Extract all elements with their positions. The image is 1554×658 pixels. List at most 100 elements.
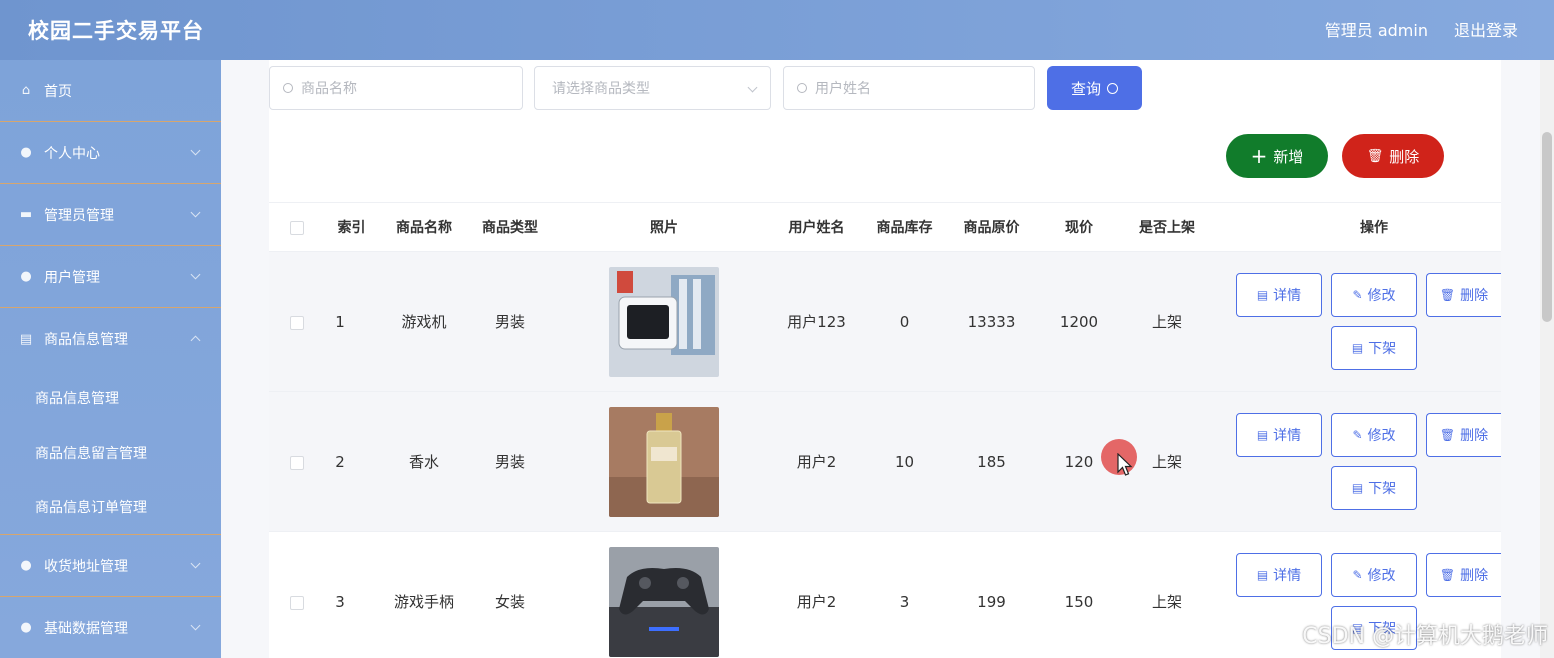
goods-photo-console[interactable] <box>609 267 719 377</box>
sidebar-item-base-data[interactable]: ● 基础数据管理 <box>0 597 221 658</box>
edit-label: 修改 <box>1367 288 1396 304</box>
sidebar-item-home[interactable]: ⌂ 首页 <box>0 60 221 122</box>
top-bar: 校园二手交易平台 管理员 admin 退出登录 <box>0 0 1554 60</box>
cell-price: 1200 <box>1059 313 1099 331</box>
chevron-down-icon <box>190 620 201 631</box>
batch-delete-button[interactable]: 🗑 删除 <box>1342 134 1444 178</box>
detail-button[interactable]: ▤ 详情 <box>1236 553 1322 597</box>
user-name-search-input[interactable]: 用户姓名 <box>783 66 1035 110</box>
app-title: 校园二手交易平台 <box>28 19 204 43</box>
cell-price: 120 <box>1064 453 1094 471</box>
page-scrollbar[interactable] <box>1540 60 1554 658</box>
cell-goods-name: 香水 <box>408 453 439 471</box>
col-goods-name: 商品名称 <box>396 220 452 236</box>
cell-orig-price: 13333 <box>967 313 1016 331</box>
logout-link[interactable]: 退出登录 <box>1454 17 1518 41</box>
row-checkbox[interactable] <box>290 316 304 330</box>
chevron-down-icon <box>747 82 758 93</box>
cell-index: 1 <box>335 313 345 331</box>
detail-button[interactable]: ▤ 详情 <box>1236 273 1322 317</box>
cell-on-shelf: 上架 <box>1151 313 1182 331</box>
admin-user-label[interactable]: 管理员 admin <box>1325 17 1428 41</box>
detail-button[interactable]: ▤ 详情 <box>1236 413 1322 457</box>
sidebar-item-label: 个人中心 <box>44 145 100 162</box>
folder-icon: ● <box>20 269 32 284</box>
watermark-text: CSDN @计算机大鹅老师 <box>1302 624 1548 649</box>
sidebar-item-profile[interactable]: ● 个人中心 <box>0 122 221 184</box>
cell-stock: 0 <box>899 313 910 331</box>
cell-stock: 10 <box>894 453 915 471</box>
row-checkbox[interactable] <box>290 596 304 610</box>
cell-on-shelf: 上架 <box>1151 453 1182 471</box>
detail-label: 详情 <box>1273 568 1302 584</box>
delete-button[interactable]: 🗑 删除 <box>1426 413 1501 457</box>
off-shelf-button[interactable]: ▤ 下架 <box>1331 466 1417 510</box>
table-row: 2 香水 男装 用户2 10 185 120 上架 ▤ 详情 ✎ 修改 🗑 删除 ▤ 下… <box>269 392 1501 532</box>
pencil-icon: ✎ <box>1352 568 1363 582</box>
add-button[interactable]: + 新增 <box>1226 134 1328 178</box>
sidebar-item-label: 收货地址管理 <box>44 558 128 575</box>
pencil-icon: ✎ <box>1352 288 1363 302</box>
off-shelf-label: 下架 <box>1368 481 1397 497</box>
col-goods-type: 商品类型 <box>482 220 538 236</box>
sidebar-item-user-mgmt[interactable]: ● 用户管理 <box>0 246 221 308</box>
table-header: 索引 商品名称 商品类型 照片 用户姓名 商品库存 商品原价 现价 是否上架 操… <box>269 202 1501 252</box>
cell-goods-type: 男装 <box>494 453 525 471</box>
sidebar-item-label: 基础数据管理 <box>44 620 128 637</box>
edit-button[interactable]: ✎ 修改 <box>1331 273 1417 317</box>
user-name-placeholder: 用户姓名 <box>815 81 871 97</box>
content-panel: 商品名称 请选择商品类型 用户姓名 查询 + 新增 🗑 删除 索引 商品名称 商… <box>269 60 1501 658</box>
sidebar-item-label: 商品信息管理 <box>44 332 128 348</box>
col-user-name: 用户姓名 <box>788 220 845 236</box>
detail-label: 详情 <box>1273 288 1302 304</box>
edit-label: 修改 <box>1367 428 1396 444</box>
submenu-item-goods-comments[interactable]: 商品信息留言管理 <box>0 425 221 480</box>
trash-icon: 🗑 <box>1439 288 1456 302</box>
goods-photo-gamepad[interactable] <box>609 547 719 657</box>
document-icon: ▤ <box>1351 481 1364 495</box>
col-on-shelf: 是否上架 <box>1139 220 1195 236</box>
edit-button[interactable]: ✎ 修改 <box>1331 553 1417 597</box>
sidebar-item-label: 管理员管理 <box>44 207 114 224</box>
submenu-item-goods-orders[interactable]: 商品信息订单管理 <box>0 480 221 535</box>
cell-price: 150 <box>1064 593 1094 611</box>
col-photo: 照片 <box>650 220 678 236</box>
col-price: 现价 <box>1065 220 1093 236</box>
col-actions: 操作 <box>1360 220 1388 236</box>
select-all-checkbox[interactable] <box>290 221 304 235</box>
folder-icon: ▬ <box>19 207 33 222</box>
chevron-up-icon <box>190 335 201 346</box>
goods-photo-perfume[interactable] <box>609 407 719 517</box>
delete-label: 删除 <box>1460 288 1489 304</box>
sidebar-item-goods-mgmt[interactable]: ▤ 商品信息管理 <box>0 308 221 370</box>
document-icon: ▤ <box>1256 288 1269 302</box>
cell-orig-price: 185 <box>977 453 1006 471</box>
sidebar-item-address-mgmt[interactable]: ● 收货地址管理 <box>0 535 221 597</box>
cell-user-name: 用户123 <box>787 313 846 331</box>
cell-index: 3 <box>335 593 345 611</box>
goods-type-select[interactable]: 请选择商品类型 <box>534 66 771 110</box>
cell-orig-price: 199 <box>977 593 1006 611</box>
cell-goods-type: 女装 <box>494 593 525 611</box>
user-icon: ● <box>20 558 32 573</box>
folder-icon: ▤ <box>19 331 33 347</box>
edit-label: 修改 <box>1367 568 1396 584</box>
cell-goods-name: 游戏手柄 <box>393 593 454 611</box>
col-index: 索引 <box>337 220 366 236</box>
off-shelf-button[interactable]: ▤ 下架 <box>1331 326 1417 370</box>
goods-name-search-input[interactable]: 商品名称 <box>269 66 523 110</box>
chevron-down-icon <box>190 558 201 569</box>
delete-button[interactable]: 🗑 删除 <box>1426 553 1501 597</box>
scrollbar-thumb[interactable] <box>1542 132 1552 322</box>
trash-icon: 🗑 <box>1366 148 1384 164</box>
chevron-down-icon <box>190 207 201 218</box>
delete-button[interactable]: 🗑 删除 <box>1426 273 1501 317</box>
cell-user-name: 用户2 <box>796 453 837 471</box>
search-icon <box>283 83 293 93</box>
submenu-item-goods-info[interactable]: 商品信息管理 <box>0 370 221 425</box>
chevron-down-icon <box>190 269 201 280</box>
edit-button[interactable]: ✎ 修改 <box>1331 413 1417 457</box>
query-button[interactable]: 查询 <box>1047 66 1142 110</box>
row-checkbox[interactable] <box>290 456 304 470</box>
sidebar-item-admin-mgmt[interactable]: ▬ 管理员管理 <box>0 184 221 246</box>
